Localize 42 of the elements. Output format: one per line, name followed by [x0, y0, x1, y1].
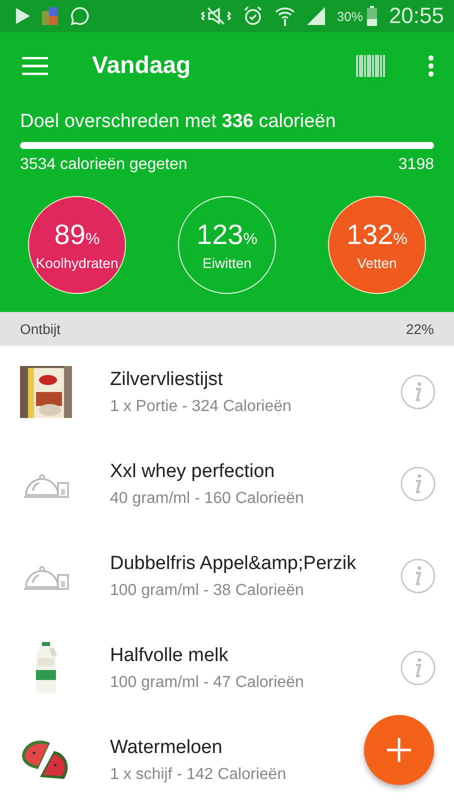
goal-text: Doel overschreden met 336 calorieën [20, 110, 337, 133]
macro-label: Koolhydraten [36, 254, 118, 270]
wifi-icon [274, 6, 295, 26]
macro-percent: 132% [346, 220, 408, 252]
macro-label: Vetten [357, 254, 397, 270]
battery-percent: 30% [336, 8, 363, 24]
app-icon [42, 7, 58, 25]
food-detail: 40 gram/ml - 160 Calorieën [110, 490, 304, 508]
food-detail: 1 x schijf - 142 Calorieën [110, 766, 286, 784]
macro-percent: 123% [196, 220, 258, 252]
play-icon [16, 8, 30, 24]
food-name[interactable]: Dubbelfris Appel&amp;Perzik [110, 552, 356, 574]
macro-circle[interactable]: 89% Koolhydraten [28, 196, 126, 294]
food-name[interactable]: Zilvervliestijst [110, 368, 223, 390]
screen-title: Vandaag [92, 52, 191, 80]
meal-title: Ontbijt [20, 321, 60, 337]
menu-icon[interactable] [22, 57, 48, 75]
food-name[interactable]: Xxl whey perfection [110, 460, 275, 482]
info-icon[interactable] [400, 558, 436, 594]
alarm-icon [242, 6, 263, 26]
food-name[interactable]: Halfvolle melk [110, 644, 228, 666]
food-detail: 100 gram/ml - 38 Calorieën [110, 582, 304, 600]
battery-icon [366, 6, 377, 26]
meal-percent: 22% [406, 321, 434, 337]
clock: 20:55 [388, 3, 444, 29]
signal-icon [306, 7, 325, 25]
food-detail: 1 x Portie - 324 Calorieën [110, 398, 292, 416]
add-button[interactable] [364, 715, 434, 785]
food-name[interactable]: Watermeloen [110, 736, 222, 758]
mute-icon [200, 6, 231, 26]
eaten-text: 3534 calorieën gegeten [20, 156, 188, 174]
more-icon[interactable] [428, 55, 434, 77]
info-icon[interactable] [400, 466, 436, 502]
target-calories: 3198 [398, 156, 434, 174]
plus-icon [387, 738, 411, 762]
macro-label: Eiwitten [202, 254, 252, 270]
food-detail: 100 gram/ml - 47 Calorieën [110, 674, 304, 692]
macro-percent: 89% [54, 220, 100, 252]
chat-icon [70, 6, 90, 26]
barcode-icon[interactable] [356, 55, 386, 77]
info-icon[interactable] [400, 650, 436, 686]
info-icon[interactable] [400, 374, 436, 410]
